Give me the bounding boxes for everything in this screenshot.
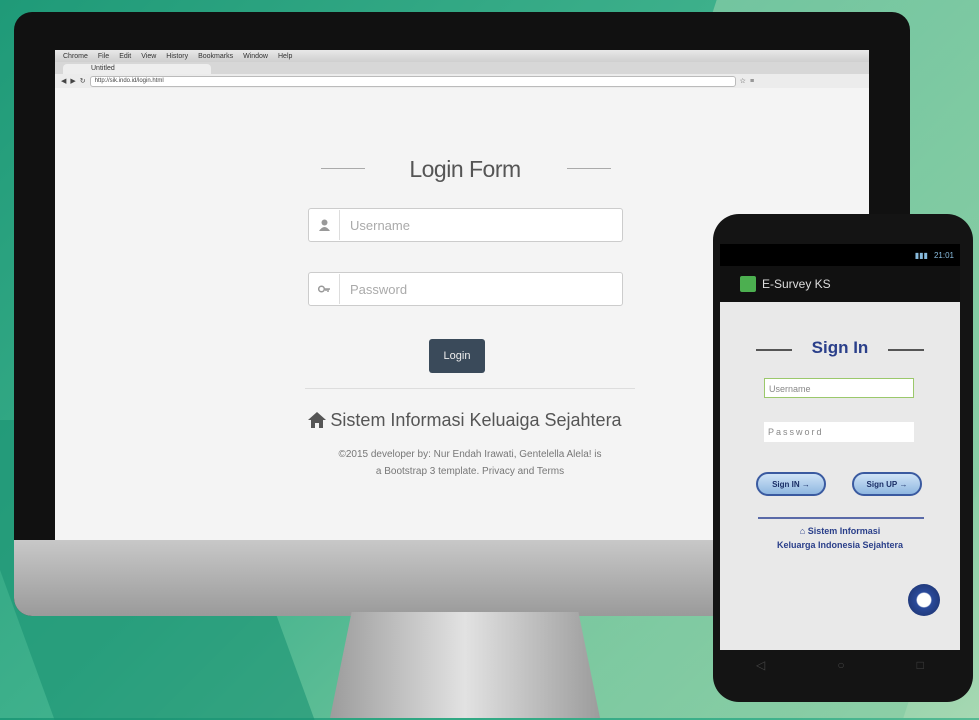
phone-nav-bar: ◁ ○ □	[720, 650, 960, 680]
url-field[interactable]: http://sik.indo.id/login.html	[89, 75, 736, 87]
brand-line: Sistem Informasi Keluaiga Sejahtera	[295, 410, 635, 431]
power-button-icon[interactable]	[908, 584, 940, 616]
signup-button-label: Sign UP	[866, 479, 898, 489]
user-icon	[309, 210, 340, 240]
phone-screen: ▮▮▮ 21:01 E-Survey KS Sign In Username P…	[720, 244, 960, 650]
menu-item[interactable]: Window	[243, 53, 268, 60]
browser-menubar: Chrome File Edit View History Bookmarks …	[55, 50, 869, 62]
signal-icon: ▮▮▮	[914, 250, 928, 260]
forward-icon[interactable]: ▶	[70, 77, 75, 85]
recent-nav-icon[interactable]: □	[917, 658, 924, 672]
phone-status-bar: ▮▮▮ 21:01	[720, 244, 960, 266]
footer-text: ©2015 developer by: Nur Endah Irawati, G…	[305, 446, 635, 480]
home-icon	[308, 410, 330, 430]
app-bar: E-Survey KS	[720, 266, 960, 302]
star-icon[interactable]: ☆	[740, 77, 746, 85]
signin-button-label: Sign IN	[772, 479, 800, 489]
menu-item[interactable]: View	[141, 53, 156, 60]
menu-icon[interactable]: ≡	[750, 78, 754, 85]
signin-button[interactable]: Sign IN →	[756, 472, 826, 496]
browser-tab[interactable]: Untitled	[63, 64, 211, 74]
arrow-icon: →	[899, 479, 908, 489]
phone-username-field[interactable]: Username	[764, 378, 914, 398]
monitor-stand	[330, 612, 600, 718]
menu-item[interactable]: File	[98, 53, 109, 60]
brand-line1: Sistem Informasi	[807, 526, 881, 536]
footer-line: ©2015 developer by: Nur Endah Irawati, G…	[338, 449, 602, 460]
username-field[interactable]: Username	[308, 208, 623, 242]
back-nav-icon[interactable]: ◁	[756, 658, 765, 672]
back-icon[interactable]: ◀	[61, 77, 66, 85]
phone-password-field[interactable]: Password	[764, 422, 914, 442]
password-placeholder: Password	[350, 281, 408, 297]
home-icon: ⌂	[799, 526, 806, 536]
app-title: E-Survey KS	[762, 277, 831, 291]
app-icon	[740, 276, 756, 292]
brand-text: Sistem Informasi Keluaiga Sejahtera	[330, 410, 622, 430]
home-nav-icon[interactable]: ○	[837, 658, 844, 672]
menu-item[interactable]: Chrome	[63, 53, 88, 60]
signin-title: Sign In	[811, 338, 869, 357]
title-rule-right	[567, 168, 611, 169]
reload-icon[interactable]: ↻	[80, 77, 86, 85]
page-title: Login Form	[409, 156, 521, 182]
signin-rule-right	[888, 349, 924, 351]
tab-bar: Untitled	[55, 62, 869, 74]
username-placeholder: Username	[350, 217, 410, 233]
divider	[305, 388, 635, 389]
brand-line2: Keluarga Indonesia Sejahtera	[776, 540, 904, 550]
phone-divider	[758, 517, 924, 519]
menu-item[interactable]: Help	[278, 53, 292, 60]
menu-item[interactable]: History	[166, 53, 188, 60]
phone-brand: ⌂ Sistem Informasi Keluarga Indonesia Se…	[760, 524, 920, 552]
arrow-icon: →	[801, 479, 810, 489]
menu-item[interactable]: Bookmarks	[198, 53, 233, 60]
key-icon	[309, 274, 340, 304]
menu-item[interactable]: Edit	[119, 53, 131, 60]
signup-button[interactable]: Sign UP →	[852, 472, 922, 496]
footer-line[interactable]: a Bootstrap 3 template. Privacy and Term…	[305, 463, 635, 480]
address-bar: ◀ ▶ ↻ http://sik.indo.id/login.html ☆ ≡	[55, 74, 869, 89]
password-field[interactable]: Password	[308, 272, 623, 306]
login-button[interactable]: Login	[429, 339, 485, 373]
clock: 21:01	[933, 250, 954, 260]
